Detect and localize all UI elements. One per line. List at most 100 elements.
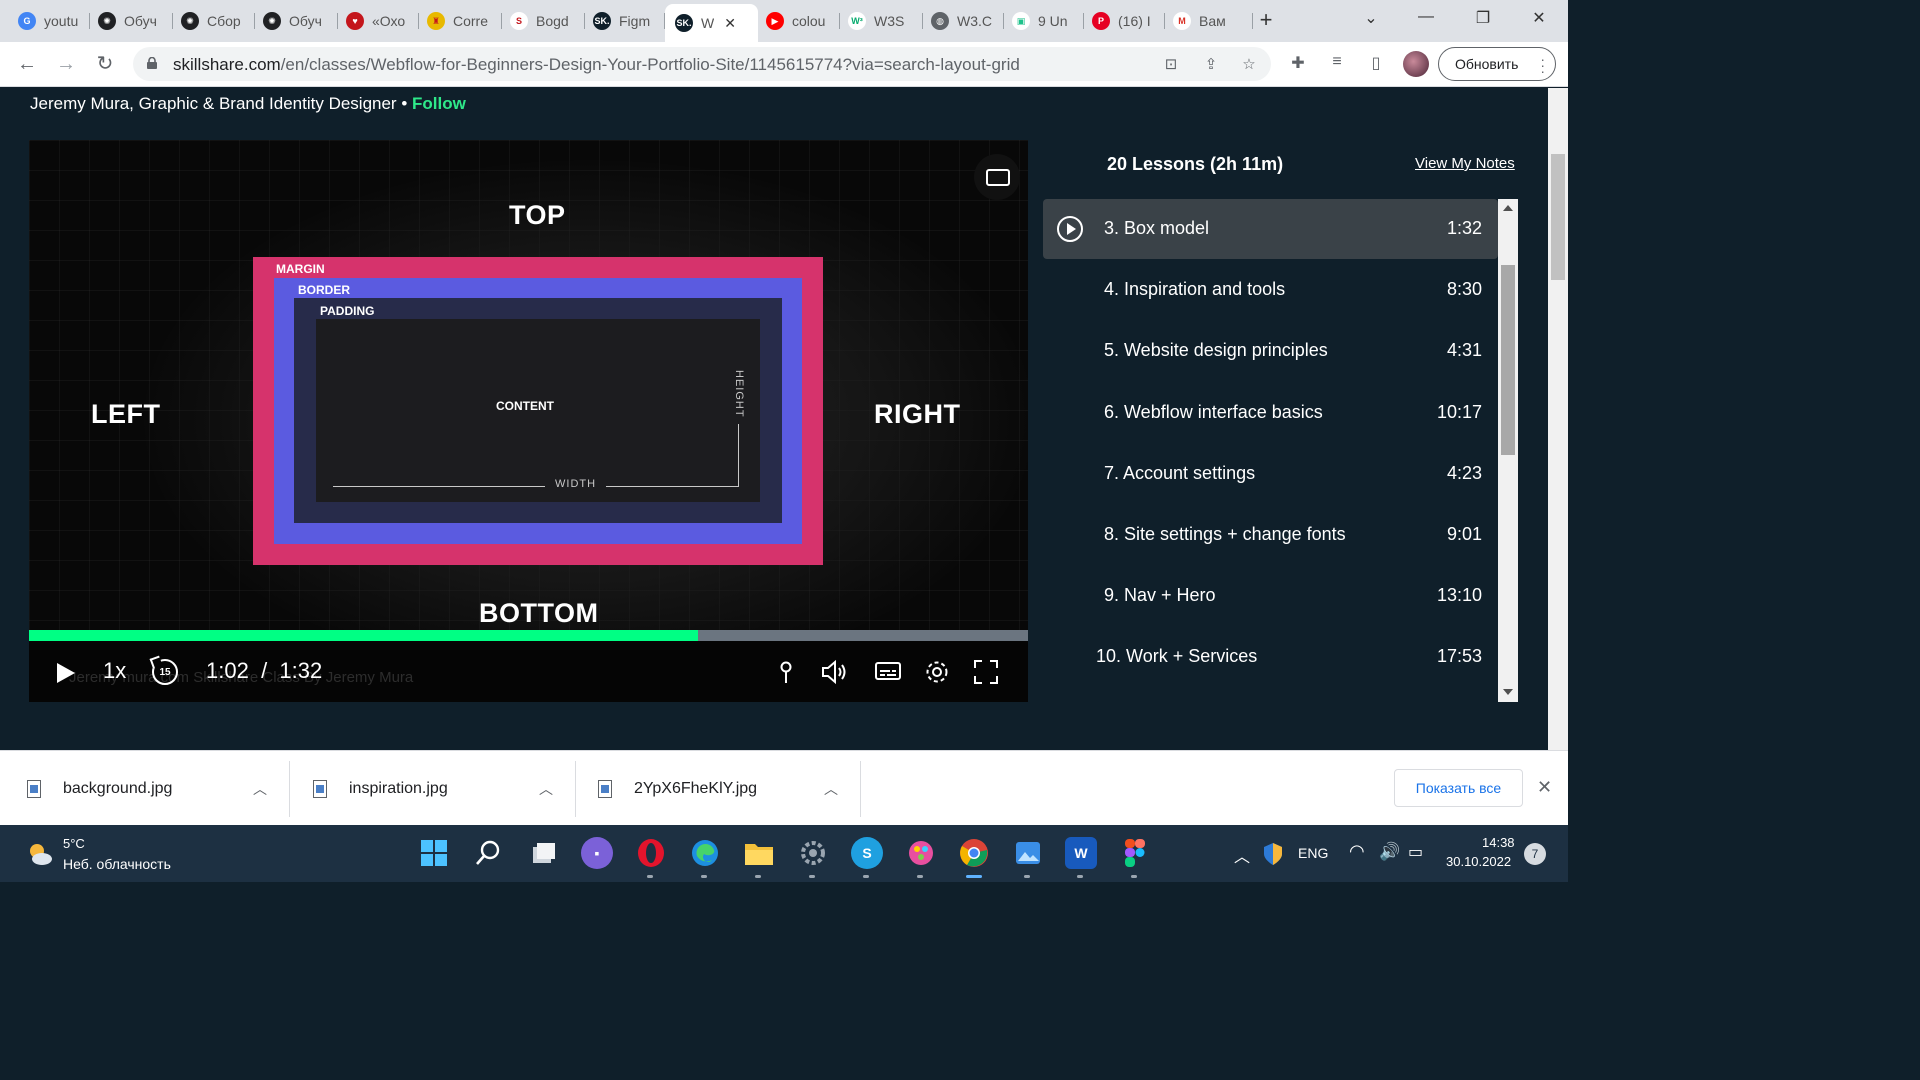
search-icon[interactable] (472, 837, 504, 869)
video-player[interactable]: TOP BOTTOM LEFT RIGHT MARGIN BORDER PADD… (29, 140, 1028, 702)
close-window-icon[interactable]: ✕ (1527, 8, 1551, 28)
update-button[interactable]: Обновить · · · (1438, 47, 1556, 81)
view-notes-link[interactable]: View My Notes (1415, 155, 1515, 172)
photos-icon[interactable] (1012, 837, 1044, 869)
language-indicator[interactable]: ENG (1298, 845, 1328, 861)
opera-icon[interactable] (635, 837, 667, 869)
browser-tab[interactable]: ✺ Сбор (173, 5, 255, 37)
rewind-15-icon[interactable]: 15 (152, 659, 178, 685)
minimize-icon[interactable]: — (1414, 8, 1438, 26)
wifi-icon[interactable]: ◠ (1349, 841, 1365, 862)
download-item[interactable]: background.jpg ︿ (27, 763, 277, 815)
notification-count-badge[interactable]: 7 (1524, 843, 1546, 865)
browser-tab[interactable]: W³ W3S (840, 5, 923, 37)
browser-tab[interactable]: M Вам (1165, 5, 1253, 37)
tab-title: W (701, 15, 715, 31)
task-view-icon[interactable] (527, 837, 559, 869)
browser-tab[interactable]: ✺ Обуч (90, 5, 173, 37)
browser-tab[interactable]: SK. Figm (585, 5, 665, 37)
security-shield-icon[interactable] (1262, 842, 1284, 866)
tray-chevron-up-icon[interactable]: ︿ (1234, 843, 1250, 867)
clock-time[interactable]: 14:38 (1482, 835, 1515, 850)
address-bar[interactable]: skillshare.com/en/classes/Webflow-for-Be… (133, 47, 1271, 81)
progress-bar[interactable] (29, 630, 1028, 641)
edge-icon[interactable] (689, 837, 721, 869)
browser-tab[interactable]: Gyoutu (10, 5, 90, 37)
picture-in-picture-button[interactable] (974, 154, 1020, 200)
new-tab-icon[interactable]: + (1254, 8, 1278, 32)
lesson-item[interactable]: 5. Website design principles 4:31 (1043, 321, 1498, 381)
restore-icon[interactable]: ❐ (1471, 8, 1495, 28)
volume-icon[interactable] (821, 659, 847, 685)
lesson-item[interactable]: 3. Box model 1:32 (1043, 199, 1498, 259)
url-text[interactable]: skillshare.com/en/classes/Webflow-for-Be… (173, 55, 1020, 75)
chevron-up-icon[interactable]: ︿ (824, 779, 838, 799)
lesson-list-scrollbar[interactable] (1498, 199, 1518, 702)
chat-icon[interactable]: ▪ (581, 837, 613, 869)
lesson-item[interactable]: 9. Nav + Hero 13:10 (1043, 566, 1498, 626)
page-scrollbar[interactable] (1548, 88, 1568, 750)
pin-note-icon[interactable] (773, 659, 799, 685)
chevron-up-icon[interactable]: ︿ (253, 779, 267, 799)
bookmark-star-icon[interactable]: ☆ (1239, 55, 1259, 73)
menu-kebab-icon[interactable]: · · · (1540, 52, 1545, 78)
browser-tab[interactable]: ▶ colou (758, 5, 840, 37)
browser-tab[interactable]: ♜ Corre (419, 5, 502, 37)
captions-icon[interactable] (875, 659, 901, 685)
lesson-scroll-thumb[interactable] (1501, 265, 1515, 455)
battery-icon[interactable]: ▭ (1408, 842, 1423, 862)
forward-arrow-icon[interactable]: → (54, 52, 78, 76)
reload-icon[interactable]: ↻ (93, 52, 117, 76)
clock-date[interactable]: 30.10.2022 (1446, 854, 1511, 869)
weather-description: Неб. облачность (63, 856, 171, 872)
lesson-item[interactable]: 10. Work + Services 17:53 (1043, 627, 1498, 687)
settings-gear-icon[interactable] (924, 659, 950, 685)
word-icon[interactable]: W (1065, 837, 1097, 869)
browser-tab[interactable]: P (16) I (1084, 5, 1165, 37)
close-icon[interactable]: ✕ (1537, 777, 1552, 798)
playback-speed-button[interactable]: 1x (103, 658, 126, 684)
side-panel-icon[interactable]: ▯ (1365, 53, 1387, 75)
chevron-up-icon[interactable]: ︿ (539, 779, 553, 799)
browser-tab[interactable]: S Bogd (502, 5, 585, 37)
page-scroll-thumb[interactable] (1551, 154, 1565, 280)
lesson-item[interactable]: 8. Site settings + change fonts 9:01 (1043, 505, 1498, 565)
paint-icon[interactable] (905, 837, 937, 869)
browser-tab[interactable]: ◍ W3.C (923, 5, 1004, 37)
file-explorer-icon[interactable] (743, 837, 775, 869)
tab-search-chevron-icon[interactable]: ⌄ (1359, 8, 1383, 28)
lesson-item[interactable]: 7. Account settings 4:23 (1043, 444, 1498, 504)
chrome-icon[interactable] (958, 837, 990, 869)
fullscreen-icon[interactable] (973, 659, 999, 685)
show-all-downloads-button[interactable]: Показать все (1394, 769, 1523, 807)
settings-icon[interactable] (797, 837, 829, 869)
lesson-item[interactable]: 4. Inspiration and tools 8:30 (1043, 260, 1498, 320)
share-icon[interactable]: ⇪ (1201, 55, 1221, 73)
translate-icon[interactable]: ⊡ (1161, 55, 1181, 73)
tab-title: Corre (453, 13, 489, 29)
lesson-item[interactable]: 6. Webflow interface basics 10:17 (1043, 383, 1498, 443)
follow-link[interactable]: Follow (412, 94, 466, 113)
browser-tab[interactable]: ✺ Обуч (255, 5, 338, 37)
scroll-down-arrow-icon[interactable] (1503, 689, 1513, 695)
back-arrow-icon[interactable]: ← (15, 52, 39, 76)
extensions-puzzle-icon[interactable]: ✚ (1287, 53, 1309, 75)
browser-tab[interactable]: ▣ 9 Un (1004, 5, 1084, 37)
windows-start-icon[interactable] (418, 837, 450, 869)
green-square-icon: ▣ (1012, 12, 1030, 30)
app-running-indicator (1024, 875, 1030, 878)
skype-icon[interactable]: S (851, 837, 883, 869)
weather-cloud-sun-icon[interactable] (26, 840, 54, 868)
browser-tab[interactable]: SK. W ✕ (665, 4, 758, 42)
download-item[interactable]: inspiration.jpg ︿ (313, 763, 563, 815)
lock-icon[interactable] (147, 57, 157, 69)
figma-icon[interactable] (1119, 837, 1151, 869)
close-tab-icon[interactable]: ✕ (724, 15, 736, 32)
scroll-up-arrow-icon[interactable] (1503, 205, 1513, 211)
play-icon[interactable] (57, 663, 75, 683)
media-control-icon[interactable]: ≡ (1326, 53, 1348, 75)
download-item[interactable]: 2YpX6FheKlY.jpg ︿ (598, 763, 848, 815)
browser-tab[interactable]: ♥ «Охо (338, 5, 419, 37)
speaker-icon[interactable]: 🔊 (1379, 842, 1400, 862)
profile-avatar[interactable] (1403, 51, 1429, 77)
